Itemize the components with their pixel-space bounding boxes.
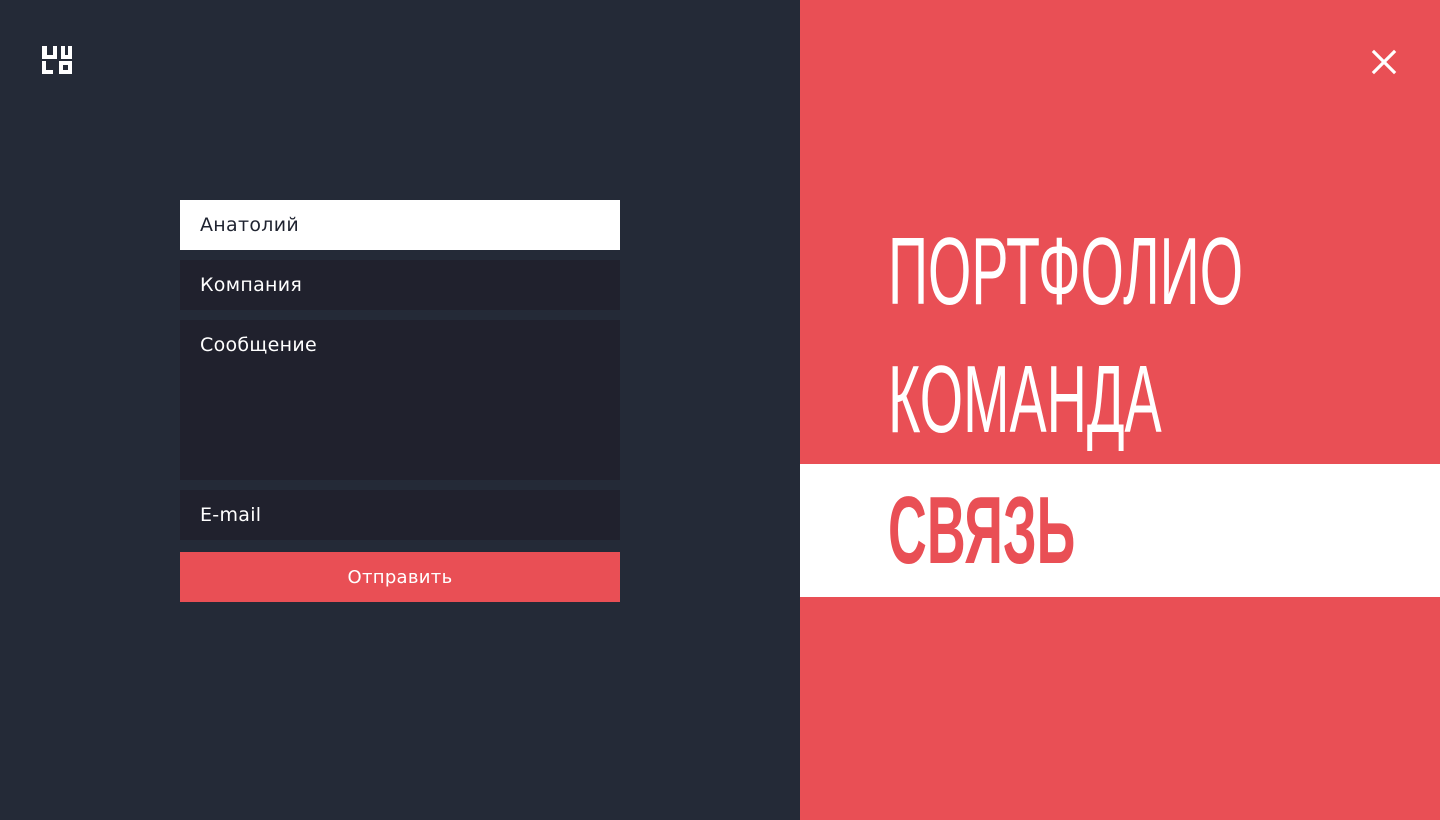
menu-item-label: ПОРТФОЛИО (888, 218, 1244, 325)
contact-form-panel: Отправить (0, 0, 800, 820)
close-icon[interactable] (1370, 48, 1398, 76)
submit-button[interactable]: Отправить (180, 552, 620, 602)
menu-item-portfolio[interactable]: ПОРТФОЛИО (800, 208, 1440, 336)
menu-item-team[interactable]: КОМАНДА (800, 336, 1440, 464)
name-field[interactable] (180, 200, 620, 250)
email-field[interactable] (180, 490, 620, 540)
contact-page: Отправить ПОРТФОЛИО КОМАНДА СВЯЗЬ (0, 0, 1440, 820)
contact-form: Отправить (180, 200, 620, 602)
navigation-panel: ПОРТФОЛИО КОМАНДА СВЯЗЬ (800, 0, 1440, 820)
menu-item-label: СВЯЗЬ (888, 476, 1076, 584)
message-field[interactable] (180, 320, 620, 480)
brand-logo-icon[interactable] (42, 46, 72, 74)
menu-item-label: КОМАНДА (888, 346, 1162, 453)
company-field[interactable] (180, 260, 620, 310)
menu-item-contact[interactable]: СВЯЗЬ (800, 464, 1440, 597)
main-menu: ПОРТФОЛИО КОМАНДА СВЯЗЬ (800, 208, 1440, 597)
